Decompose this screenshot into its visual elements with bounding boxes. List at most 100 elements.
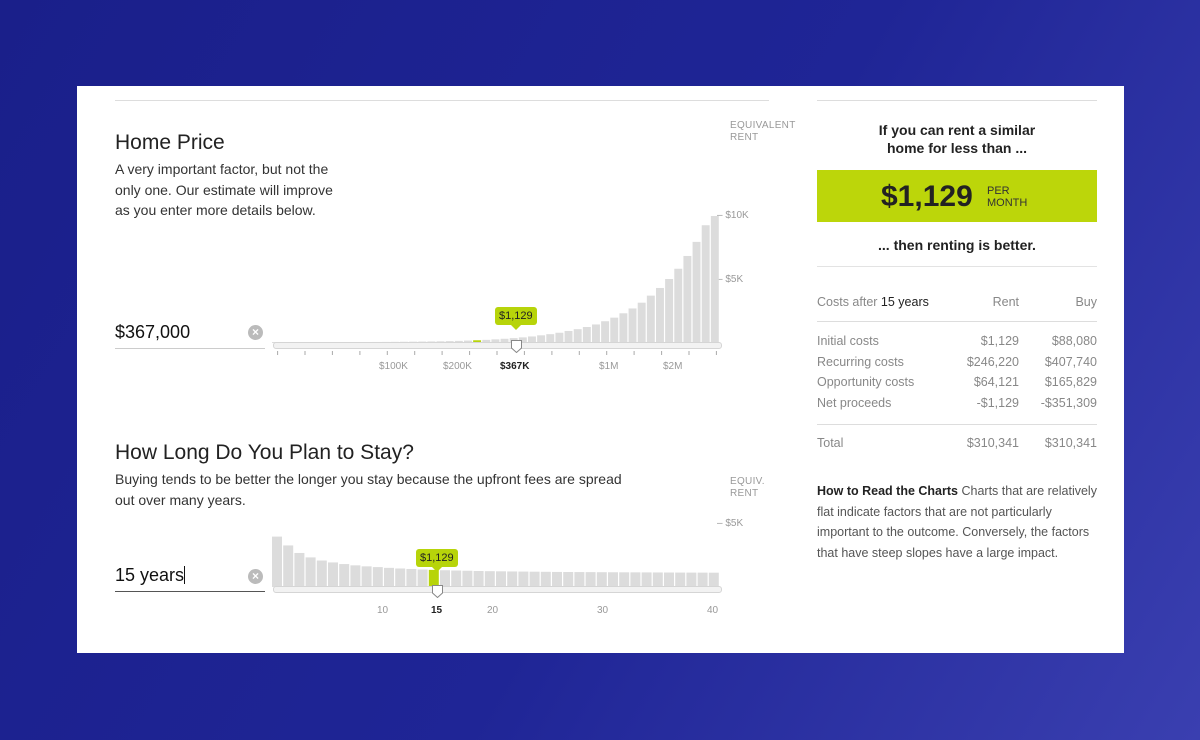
row-label: Recurring costs bbox=[817, 354, 904, 369]
chart-bar[interactable] bbox=[563, 572, 574, 587]
chart-bar[interactable] bbox=[350, 565, 361, 587]
chart-bar[interactable] bbox=[710, 216, 719, 343]
chart-bar[interactable] bbox=[608, 572, 618, 587]
chart-bar[interactable] bbox=[619, 313, 628, 343]
chart-bar[interactable] bbox=[692, 241, 701, 343]
x-tick-label: $1M bbox=[599, 361, 619, 372]
home-price-chart[interactable] bbox=[272, 216, 722, 351]
total-row: Total $310,341 $310,341 bbox=[817, 436, 1097, 454]
per-month-label: PER MONTH bbox=[987, 185, 1027, 209]
chart-bar[interactable] bbox=[646, 295, 655, 343]
chart-bar[interactable] bbox=[529, 571, 540, 587]
chart-bar[interactable] bbox=[601, 321, 610, 343]
chart-bar[interactable] bbox=[683, 255, 692, 343]
chart-bar[interactable] bbox=[361, 566, 372, 587]
chart-bar[interactable] bbox=[417, 569, 428, 587]
chart-bar[interactable] bbox=[283, 545, 294, 587]
x-tick-label-selected: $367K bbox=[500, 361, 530, 372]
clear-icon[interactable]: × bbox=[248, 569, 263, 584]
home-price-minor-ticks bbox=[277, 351, 717, 355]
chart-bar[interactable] bbox=[462, 570, 473, 587]
row-label: Opportunity costs bbox=[817, 375, 915, 389]
slider-handle-icon[interactable] bbox=[511, 340, 522, 353]
chart-bar[interactable] bbox=[372, 567, 383, 587]
chart-bar[interactable] bbox=[395, 568, 406, 587]
chart-bar[interactable] bbox=[316, 560, 327, 587]
chart-bar[interactable] bbox=[665, 279, 674, 343]
total-label: Total bbox=[817, 436, 844, 450]
chart-bar[interactable] bbox=[641, 572, 652, 587]
help-title: How to Read the Charts bbox=[817, 484, 958, 498]
chart-bar[interactable] bbox=[507, 571, 518, 587]
chart-bar[interactable] bbox=[592, 324, 600, 343]
chart-bar[interactable] bbox=[406, 568, 417, 587]
home-price-value[interactable]: $367,000 bbox=[115, 322, 190, 342]
chart-bar[interactable] bbox=[664, 572, 674, 587]
chart-bar[interactable] bbox=[328, 562, 338, 587]
description-line: A very important factor, but not the bbox=[115, 161, 329, 177]
chart-bar[interactable] bbox=[656, 287, 664, 343]
total-rent: $310,341 bbox=[966, 436, 1019, 450]
chart-bar[interactable] bbox=[701, 225, 710, 343]
home-price-input[interactable]: $367,000 bbox=[115, 322, 265, 349]
chart-bar[interactable] bbox=[596, 572, 607, 587]
slider-handle-icon[interactable] bbox=[432, 585, 443, 598]
stay-chart[interactable] bbox=[272, 526, 722, 588]
chart-bar[interactable] bbox=[384, 567, 394, 587]
chart-bar[interactable] bbox=[708, 572, 719, 587]
chart-bar[interactable] bbox=[619, 572, 630, 587]
chart-bar[interactable] bbox=[628, 308, 637, 343]
table-row: Initial costs $1,129 $88,080 bbox=[817, 334, 1097, 355]
chart-bar[interactable] bbox=[582, 327, 591, 343]
chart-bar[interactable] bbox=[473, 571, 484, 587]
summary-intro-line: home for less than ... bbox=[886, 140, 1028, 156]
header-label: Costs after bbox=[817, 295, 878, 309]
chart-bar[interactable] bbox=[484, 571, 495, 587]
x-tick-label: 40 bbox=[707, 605, 719, 616]
chart-bar[interactable] bbox=[294, 552, 305, 587]
y-tick-text: $5K bbox=[725, 518, 744, 529]
cost-table-rows: Initial costs $1,129 $88,080 Recurring c… bbox=[817, 334, 1097, 416]
home-price-description: A very important factor, but not the onl… bbox=[115, 159, 333, 221]
chart-bar[interactable] bbox=[552, 571, 562, 587]
chart-bar[interactable] bbox=[610, 317, 619, 343]
chart-bar[interactable] bbox=[496, 571, 506, 587]
x-tick-label: 20 bbox=[487, 605, 499, 616]
per-label: PER bbox=[987, 185, 1010, 197]
description-line: out over many years. bbox=[115, 491, 246, 508]
y-tick-text: $5K bbox=[725, 274, 744, 285]
chart-bar[interactable] bbox=[630, 572, 641, 587]
month-label: MONTH bbox=[987, 197, 1028, 209]
axis-title-line: EQUIVALENT bbox=[730, 120, 796, 131]
divider bbox=[817, 424, 1097, 425]
chart-bar[interactable] bbox=[272, 536, 282, 587]
chart-bar[interactable] bbox=[540, 571, 551, 587]
chart-bar[interactable] bbox=[675, 572, 686, 587]
chart-bar[interactable] bbox=[686, 572, 697, 587]
chart-bar[interactable] bbox=[451, 570, 462, 587]
axis-title-line: RENT bbox=[730, 132, 759, 143]
chart-bar[interactable] bbox=[573, 329, 582, 343]
section-title-stay: How Long Do You Plan to Stay? bbox=[115, 441, 414, 464]
cost-table: Costs after 15 years Rent Buy bbox=[817, 295, 1097, 311]
chart-bar[interactable] bbox=[574, 572, 585, 587]
stay-slider-track[interactable] bbox=[273, 586, 722, 593]
clear-icon[interactable]: × bbox=[248, 325, 263, 340]
chart-bar[interactable] bbox=[637, 302, 646, 343]
years-input[interactable]: 15 years bbox=[115, 565, 265, 592]
stay-rent-badge: $1,129 bbox=[416, 549, 458, 572]
chart-bar[interactable] bbox=[585, 572, 596, 587]
chart-bar[interactable] bbox=[339, 564, 350, 587]
chart-bar[interactable] bbox=[697, 572, 708, 587]
chart-bar[interactable] bbox=[518, 571, 529, 587]
home-price-slider-track[interactable] bbox=[273, 342, 722, 349]
chart-bar[interactable] bbox=[305, 557, 316, 587]
x-tick-label: 30 bbox=[597, 605, 609, 616]
x-tick-label: $2M bbox=[663, 361, 683, 372]
chart-bar[interactable] bbox=[674, 268, 683, 343]
chart-bar[interactable] bbox=[652, 572, 663, 587]
divider bbox=[817, 266, 1097, 267]
row-buy: -$351,309 bbox=[1040, 395, 1097, 410]
years-value[interactable]: 15 years bbox=[115, 565, 184, 585]
axis-title-line: RENT bbox=[730, 488, 759, 499]
